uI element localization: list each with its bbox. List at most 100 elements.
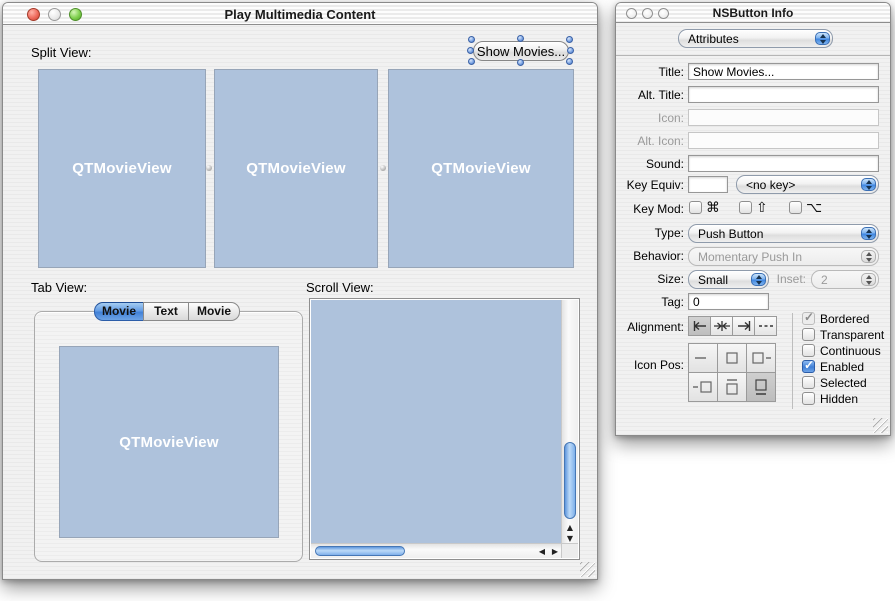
- type-label: Type:: [616, 226, 684, 240]
- iconpos-icon-right-button[interactable]: [688, 372, 718, 402]
- tab-content-movie-view[interactable]: QTMovieView: [59, 346, 279, 538]
- iconpos-icon-only-button[interactable]: [717, 343, 747, 373]
- split-pane-movie-view-3[interactable]: QTMovieView: [388, 69, 574, 268]
- align-center-button[interactable]: [710, 316, 733, 336]
- show-movies-button[interactable]: Show Movies...: [473, 41, 569, 61]
- scrollbar-corner: [561, 543, 578, 558]
- enabled-checkbox[interactable]: [802, 360, 815, 373]
- key-equiv-field[interactable]: [688, 176, 728, 193]
- type-popup[interactable]: Push Button: [688, 224, 879, 243]
- selection-handle[interactable]: [517, 35, 524, 42]
- tag-field[interactable]: [688, 293, 769, 310]
- align-left-button[interactable]: [688, 316, 711, 336]
- scroll-left-arrow-icon[interactable]: ◀: [535, 547, 549, 557]
- split-pane-movie-view-1[interactable]: QTMovieView: [38, 69, 206, 268]
- popup-selected-value: Momentary Push In: [698, 250, 802, 264]
- vertical-scrollbar[interactable]: ▲ ▼: [561, 300, 578, 544]
- movie-view-label: QTMovieView: [72, 160, 171, 177]
- iconpos-icon-only-icon: [721, 349, 743, 367]
- tab-movie-1[interactable]: Movie: [94, 302, 144, 321]
- movie-view-label: QTMovieView: [246, 160, 345, 177]
- inspector-pane-popup[interactable]: Attributes: [678, 29, 833, 48]
- transparent-label: Transparent: [820, 328, 884, 342]
- resize-grip[interactable]: [580, 562, 595, 577]
- selected-checkbox[interactable]: [802, 376, 815, 389]
- icon-pos-label: Icon Pos:: [616, 358, 684, 372]
- selection-handle[interactable]: [468, 36, 475, 43]
- vertical-scroll-thumb[interactable]: [564, 442, 576, 519]
- hidden-checkbox[interactable]: [802, 392, 815, 405]
- command-key-checkbox[interactable]: [689, 201, 702, 214]
- shift-key-checkbox[interactable]: [739, 201, 752, 214]
- continuous-checkbox[interactable]: [802, 344, 815, 357]
- iconpos-title-above-icon-icon: [721, 378, 743, 396]
- align-center-icon: [713, 320, 731, 332]
- iconpos-icon-left-icon: [750, 349, 772, 367]
- horizontal-scroll-thumb[interactable]: [315, 546, 405, 556]
- selection-handle[interactable]: [566, 58, 573, 65]
- shift-key-icon: ⇧: [756, 200, 768, 216]
- size-label: Size:: [616, 272, 684, 286]
- selection-handle[interactable]: [567, 47, 574, 54]
- popup-selected-value: <no key>: [746, 178, 795, 192]
- iconpos-title-only-button[interactable]: [688, 343, 718, 373]
- iconpos-title-only-icon: [692, 349, 714, 367]
- popup-selected-value: Push Button: [698, 227, 763, 241]
- alt-title-field[interactable]: [688, 86, 879, 103]
- tab-movie-2[interactable]: Movie: [188, 302, 240, 321]
- option-key-checkbox[interactable]: [789, 201, 802, 214]
- scroll-view-label: Scroll View:: [306, 280, 374, 295]
- align-right-button[interactable]: [732, 316, 755, 336]
- iconpos-icon-above-title-button[interactable]: [746, 372, 776, 402]
- size-popup[interactable]: Small: [688, 270, 769, 289]
- window-title: Play Multimedia Content: [3, 7, 597, 22]
- align-natural-button[interactable]: [754, 316, 777, 336]
- popup-selected-value: Small: [698, 273, 728, 287]
- tab-view-label: Tab View:: [31, 280, 87, 295]
- scroll-up-arrow-icon[interactable]: ▲: [563, 523, 577, 533]
- behavior-popup: Momentary Push In: [688, 247, 879, 266]
- alt-title-field-label: Alt. Title:: [616, 88, 684, 102]
- iconpos-icon-left-button[interactable]: [746, 343, 776, 373]
- popup-stepper-icon: [751, 273, 766, 286]
- split-pane-movie-view-2[interactable]: QTMovieView: [214, 69, 378, 268]
- movie-view-label: QTMovieView: [431, 160, 530, 177]
- transparent-checkbox[interactable]: [802, 328, 815, 341]
- sound-field[interactable]: [688, 155, 879, 172]
- scroll-right-arrow-icon[interactable]: ▶: [548, 547, 562, 557]
- command-key-icon: ⌘: [706, 200, 720, 216]
- title-bar[interactable]: Play Multimedia Content: [3, 3, 597, 25]
- scroll-content[interactable]: [311, 300, 562, 544]
- split-divider-dimple[interactable]: [206, 165, 212, 171]
- inspector-title-bar[interactable]: NSButton Info: [616, 3, 890, 23]
- popup-stepper-icon: [861, 273, 876, 286]
- options-separator: [792, 313, 793, 409]
- horizontal-scrollbar[interactable]: ◀ ▶: [311, 543, 562, 558]
- iconpos-title-above-icon-button[interactable]: [717, 372, 747, 402]
- popup-stepper-icon: [861, 178, 876, 191]
- title-field[interactable]: [688, 63, 879, 80]
- enabled-label: Enabled: [820, 360, 864, 374]
- align-right-icon: [736, 320, 752, 332]
- align-left-icon: [692, 320, 708, 332]
- resize-grip[interactable]: [873, 418, 888, 433]
- selection-handle[interactable]: [467, 47, 474, 54]
- selection-handle[interactable]: [468, 58, 475, 65]
- key-equiv-popup[interactable]: <no key>: [736, 175, 879, 194]
- hidden-label: Hidden: [820, 392, 858, 406]
- split-divider-dimple[interactable]: [380, 165, 386, 171]
- document-window: Play Multimedia Content Split View: QTMo…: [2, 2, 598, 580]
- selection-handle[interactable]: [517, 59, 524, 66]
- iconpos-icon-right-icon: [692, 378, 714, 396]
- bordered-checkbox: [802, 312, 815, 325]
- tag-label: Tag:: [616, 295, 684, 309]
- selection-handle[interactable]: [566, 36, 573, 43]
- tab-text[interactable]: Text: [143, 302, 189, 321]
- inset-label: Inset:: [766, 272, 806, 286]
- selected-label: Selected: [820, 376, 867, 390]
- popup-selected-value: Attributes: [688, 32, 739, 46]
- toolbar-separator: [616, 55, 890, 56]
- tab-bar: Movie Text Movie: [94, 302, 240, 321]
- sound-field-label: Sound:: [616, 157, 684, 171]
- icon-field-label: Icon:: [616, 111, 684, 125]
